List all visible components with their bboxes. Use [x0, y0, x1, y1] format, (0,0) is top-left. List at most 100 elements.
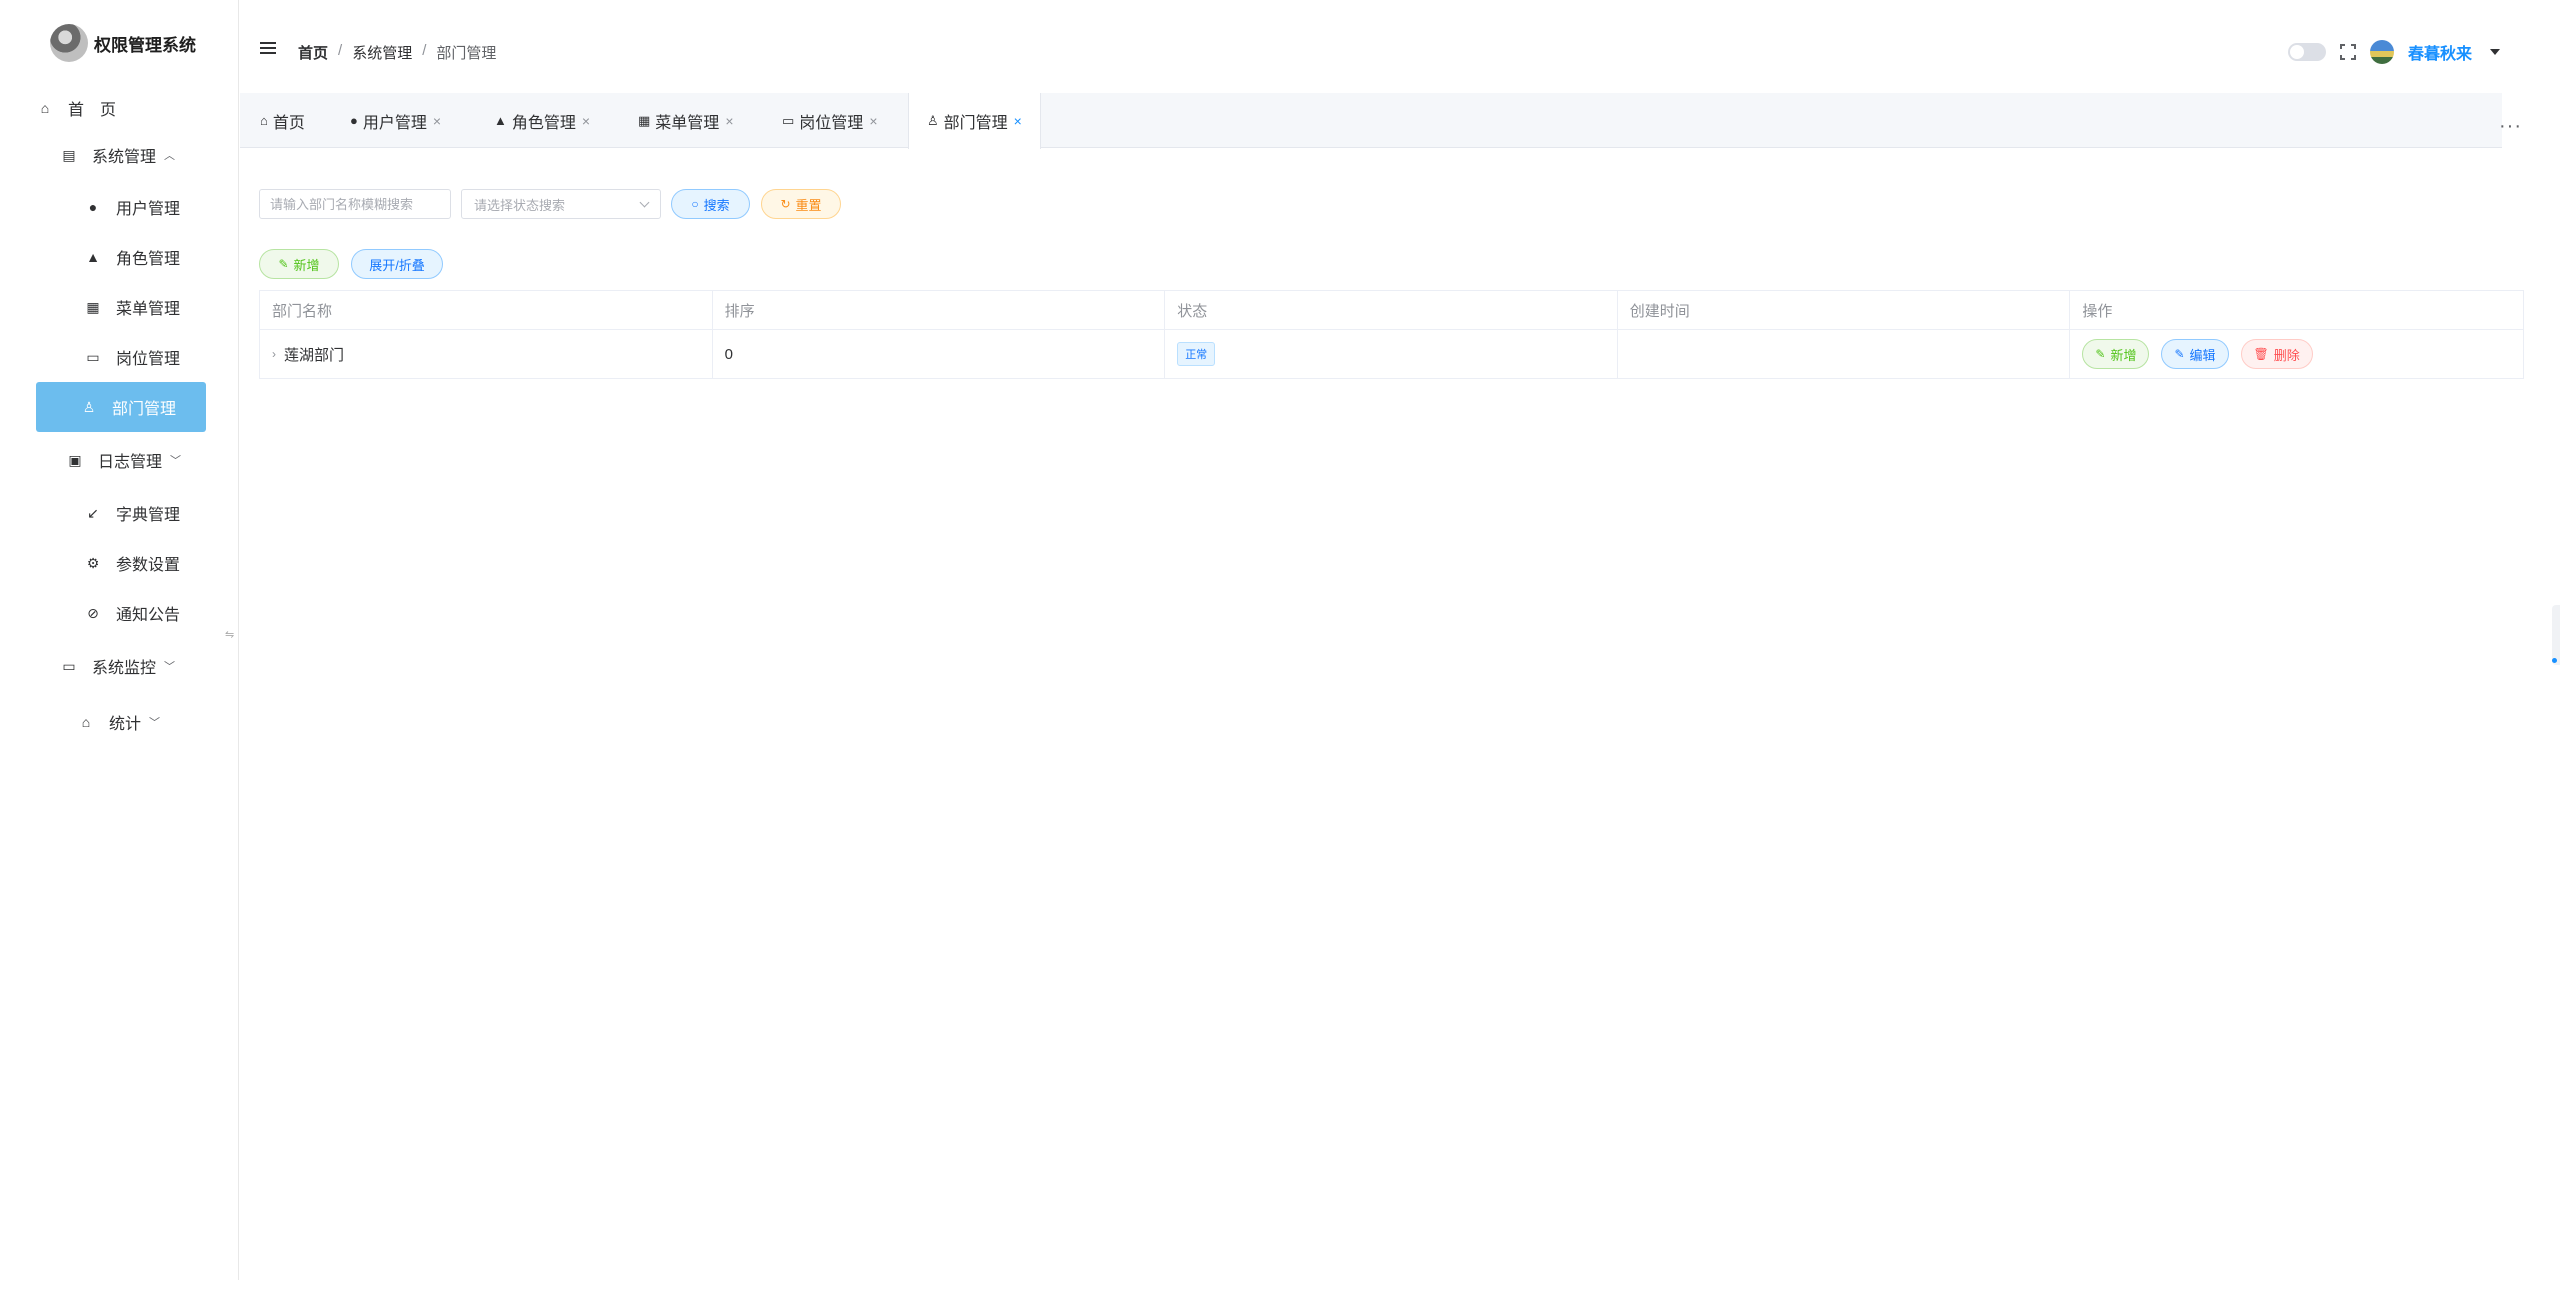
search-button[interactable]: ○ 搜索 — [671, 189, 750, 219]
reset-button-label: 重置 — [795, 197, 822, 213]
tab-users[interactable]: ● 用户管理 × — [332, 93, 459, 148]
stats-icon: ⌂ — [81, 714, 91, 730]
post-icon: ▭ — [782, 112, 795, 128]
close-icon[interactable]: × — [725, 113, 733, 129]
sidebar-item-notice[interactable]: ⊘ 通知公告 — [40, 591, 210, 635]
tab-home[interactable]: ⌂ 首页 — [242, 93, 323, 148]
chevron-right-icon[interactable]: › — [272, 347, 276, 361]
theme-toggle[interactable] — [2287, 43, 2326, 61]
tab-label: 岗位管理 — [799, 114, 864, 132]
breadcrumb-separator: / — [422, 42, 427, 59]
tab-label: 角色管理 — [511, 114, 576, 132]
tab-menus[interactable]: ▦ 菜单管理 × — [620, 93, 752, 148]
actions-cell: ✎ 新增 ✎ 编辑 🗑 删除 — [2070, 330, 2523, 378]
menu-grid-icon: ▦ — [86, 298, 100, 315]
row-add-label: 新增 — [2110, 347, 2137, 363]
user-name[interactable]: 春暮秋来 — [2408, 40, 2472, 64]
calendar-icon: ▣ — [68, 451, 82, 468]
avatar[interactable] — [2369, 40, 2394, 64]
breadcrumb-home[interactable]: 首页 — [298, 42, 328, 63]
column-header: 部门名称 — [260, 291, 713, 329]
home-icon: ⌂ — [260, 113, 268, 128]
app-logo[interactable]: 权限管理系统 — [50, 22, 196, 64]
tab-roles[interactable]: ▲ 角色管理 × — [476, 93, 608, 148]
tab-label: 用户管理 — [362, 114, 427, 132]
close-icon[interactable]: × — [869, 113, 877, 129]
sidebar-item-label: 部门管理 — [112, 401, 177, 418]
sidebar-item-label: 岗位管理 — [116, 351, 181, 368]
sidebar-item-posts[interactable]: ▭ 岗位管理 — [40, 335, 210, 379]
edit-icon: ✎ — [2095, 347, 2106, 361]
chevron-down-icon: ﹀ — [170, 455, 182, 467]
row-add-button[interactable]: ✎ 新增 — [2082, 339, 2150, 369]
sidebar-item-logs[interactable]: ▣ 日志管理 ﹀ — [66, 438, 216, 482]
status-select-placeholder: 请选择状态搜索 — [474, 197, 566, 213]
more-icon[interactable]: ··· — [2499, 115, 2522, 138]
column-header: 操作 — [2082, 302, 2113, 320]
sidebar-item-system[interactable]: ▤ 系统管理 ︿ — [60, 133, 220, 177]
sidebar-item-depts[interactable]: ♙ 部门管理 — [36, 382, 206, 432]
row-edit-label: 编辑 — [2189, 347, 2216, 363]
caret-down-icon[interactable] — [2490, 49, 2500, 55]
scrollbar[interactable] — [2552, 605, 2560, 665]
hamburger-icon[interactable] — [260, 42, 276, 57]
search-icon: ○ — [691, 197, 699, 211]
scroll-dot — [2552, 658, 2557, 663]
status-cell: 正常 — [1165, 330, 1618, 378]
row-delete-button[interactable]: 🗑 删除 — [2240, 339, 2313, 369]
header-actions: 春暮秋来 — [2287, 40, 2500, 64]
edit-icon: ✎ — [278, 257, 289, 271]
close-icon[interactable]: × — [1014, 113, 1022, 129]
sidebar-resize-handle[interactable]: ⇋ — [225, 628, 234, 641]
search-button-label: 搜索 — [703, 197, 730, 213]
fullscreen-icon[interactable] — [2338, 43, 2357, 61]
column-header: 创建时间 — [1618, 291, 2071, 329]
system-icon: ▤ — [62, 146, 76, 163]
sidebar-item-label: 首 页 — [68, 102, 117, 119]
breadcrumb-system[interactable]: 系统管理 — [352, 42, 412, 63]
sidebar-item-label: 通知公告 — [116, 607, 181, 624]
dept-icon: ♙ — [82, 398, 96, 415]
column-header: 状态 — [1165, 291, 1618, 329]
sidebar-item-label: 菜单管理 — [116, 301, 181, 318]
tabs-bar: ⌂ 首页 ● 用户管理 × ▲ 角色管理 × ▦ 菜单管理 × ▭ 岗位管理 ×… — [240, 93, 2502, 149]
sidebar-item-users[interactable]: ● 用户管理 — [40, 185, 210, 229]
sidebar: 权限管理系统 ⌂ 首 页 ▤ 系统管理 ︿ ● 用户管理 ▲ 角色管理 ▦ 菜单… — [0, 0, 239, 1280]
row-edit-button[interactable]: ✎ 编辑 — [2161, 339, 2229, 369]
settings-icon: ⚙ — [86, 554, 100, 571]
sidebar-item-label: 参数设置 — [116, 557, 181, 574]
close-icon[interactable]: × — [582, 113, 590, 129]
sidebar-item-monitor[interactable]: ▭ 系统监控 ﹀ — [60, 644, 220, 688]
tab-label: 首页 — [272, 114, 305, 132]
table-row: › 莲湖部门 0 正常 ✎ 新增 ✎ 编辑 🗑 删除 — [260, 330, 2523, 378]
sidebar-item-roles[interactable]: ▲ 角色管理 — [40, 235, 210, 279]
trash-icon: 🗑 — [2253, 347, 2269, 361]
tab-posts[interactable]: ▭ 岗位管理 × — [764, 93, 896, 148]
dict-icon: ↙ — [87, 504, 99, 521]
sidebar-item-label: 用户管理 — [116, 201, 181, 218]
order-cell: 0 — [713, 330, 1166, 378]
expand-collapse-label: 展开/折叠 — [369, 257, 425, 273]
sidebar-item-dict[interactable]: ↙ 字典管理 — [40, 491, 210, 535]
tab-depts[interactable]: ♙ 部门管理 × — [908, 93, 1041, 149]
user-icon: ● — [350, 113, 358, 128]
status-badge: 正常 — [1177, 342, 1216, 366]
sidebar-item-params[interactable]: ⚙ 参数设置 — [40, 541, 210, 585]
sidebar-item-home[interactable]: ⌂ 首 页 — [36, 86, 206, 130]
tab-label: 菜单管理 — [655, 114, 720, 132]
column-header: 排序 — [713, 291, 1166, 329]
sidebar-item-menus[interactable]: ▦ 菜单管理 — [40, 285, 210, 329]
home-icon: ⌂ — [40, 100, 50, 116]
tab-label: 部门管理 — [943, 115, 1008, 132]
user-icon: ● — [88, 199, 98, 215]
expand-collapse-button[interactable]: 展开/折叠 — [351, 249, 443, 279]
sidebar-item-stats[interactable]: ⌂ 统计 ﹀ — [77, 700, 207, 744]
close-icon[interactable]: × — [433, 113, 441, 129]
reset-button[interactable]: ↻ 重置 — [761, 189, 841, 219]
role-icon: ▲ — [494, 113, 507, 128]
add-button[interactable]: ✎ 新增 — [259, 249, 339, 279]
dept-name-search-input[interactable] — [259, 189, 451, 219]
refresh-icon: ↻ — [780, 197, 791, 211]
status-select[interactable]: 请选择状态搜索 — [461, 189, 661, 219]
role-icon: ▲ — [86, 249, 100, 265]
